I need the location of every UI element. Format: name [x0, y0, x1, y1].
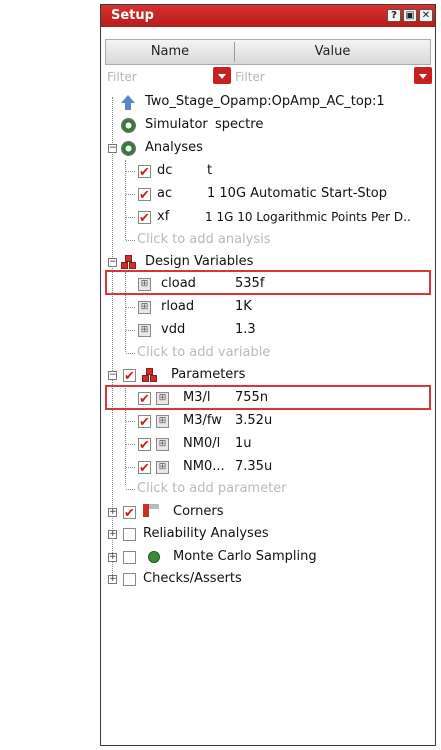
tree-branch [126, 421, 135, 422]
checks-row[interactable]: + Checks/Asserts [101, 568, 431, 590]
up-arrow-stem [125, 103, 131, 110]
tree-branch [126, 444, 135, 445]
reliability-row[interactable]: + Reliability Analyses [101, 523, 431, 545]
add-parameter-row[interactable]: Click to add parameter [101, 478, 431, 500]
analysis-row-ac[interactable]: ac 1 10G Automatic Start-Stop [101, 183, 431, 207]
analysis-row-xf[interactable]: xf 1 1G 10 Logarithmic Points Per D.. [101, 206, 433, 230]
parameter-icon: ⊞ [156, 415, 169, 428]
add-variable-hint: Click to add variable [137, 345, 271, 360]
collapse-icon[interactable]: − [108, 258, 117, 267]
parameter-value[interactable]: 3.52u [235, 410, 272, 432]
analysis-checkbox-dc[interactable] [138, 162, 151, 184]
highlight-box-m3-l [105, 385, 431, 410]
add-analysis-row[interactable]: Click to add analysis [101, 229, 431, 251]
add-variable-row[interactable]: Click to add variable [101, 342, 431, 364]
monte-carlo-label: Monte Carlo Sampling [173, 549, 317, 564]
analysis-checkbox-xf[interactable] [138, 208, 151, 230]
parameter-value[interactable]: 1u [235, 433, 252, 455]
highlight-box-cload [105, 270, 431, 295]
add-analysis-hint: Click to add analysis [137, 232, 271, 247]
corners-checkbox[interactable] [123, 503, 136, 525]
testbench-label: Two_Stage_Opamp:OpAmp_AC_top:1 [145, 94, 385, 109]
checks-label: Checks/Asserts [143, 571, 242, 586]
analyses-gear-icon [121, 141, 136, 156]
analysis-name: ac [157, 186, 173, 201]
parameter-row-m3-fw[interactable]: ⊞ M3/fw 3.52u [101, 410, 431, 434]
reliability-checkbox[interactable] [123, 528, 136, 541]
tree-branch [126, 194, 135, 195]
simulator-value: spectre [215, 117, 264, 132]
checks-checkbox[interactable] [123, 573, 136, 586]
tree-branch [126, 353, 135, 354]
analyses-row[interactable]: − Analyses [101, 137, 431, 159]
simulator-label: Simulator [145, 117, 208, 132]
simulator-gear-icon [121, 118, 136, 133]
tree-branch [126, 467, 135, 468]
parameter-name: M3/fw [183, 413, 222, 428]
parameters-icon [142, 368, 158, 383]
analysis-value: 1 10G Automatic Start-Stop [207, 186, 387, 201]
analysis-row-dc[interactable]: dc t [101, 160, 431, 184]
analyses-label: Analyses [145, 140, 203, 155]
analysis-value: t [207, 163, 213, 178]
monte-carlo-checkbox[interactable] [123, 551, 136, 564]
expand-icon[interactable]: + [108, 575, 117, 584]
variable-name: rload [161, 299, 195, 314]
add-parameter-hint: Click to add parameter [137, 481, 287, 496]
tree-branch [126, 171, 135, 172]
monte-carlo-icon [148, 551, 160, 563]
testbench-row[interactable]: Two_Stage_Opamp:OpAmp_AC_top:1 [101, 91, 431, 113]
expand-icon[interactable]: + [108, 530, 117, 539]
tree-branch [126, 330, 135, 331]
design-variables-icon [121, 255, 137, 270]
parameter-checkbox[interactable] [138, 458, 151, 480]
up-arrow-icon [121, 95, 135, 103]
expand-icon[interactable]: + [108, 553, 117, 562]
parameter-name: NM0/l [183, 436, 221, 451]
tree-branch [126, 240, 135, 241]
parameter-checkbox[interactable] [138, 412, 151, 434]
variable-value[interactable]: 1.3 [235, 319, 256, 341]
parameter-value[interactable]: 7.35u [235, 456, 272, 478]
variable-name: vdd [161, 322, 186, 337]
parameters-label: Parameters [171, 367, 246, 382]
expand-icon[interactable]: + [108, 508, 117, 517]
analysis-name: xf [157, 209, 170, 224]
variable-value[interactable]: 1K [235, 296, 252, 318]
tree-branch [126, 307, 135, 308]
parameter-name: NM0... [183, 459, 225, 474]
setup-panel: Setup ? ▣ ✕ Name Value Filter Filter Two… [100, 4, 436, 746]
analysis-name: dc [157, 163, 173, 178]
variable-icon: ⊞ [138, 324, 151, 337]
tree-branch [126, 489, 135, 490]
parameter-row-nm0-other[interactable]: ⊞ NM0... 7.35u [101, 456, 431, 480]
variable-row-rload[interactable]: ⊞ rload 1K [101, 296, 431, 318]
parameter-icon: ⊞ [156, 438, 169, 451]
corners-icon [143, 504, 159, 517]
collapse-icon[interactable]: − [108, 371, 117, 380]
parameters-checkbox[interactable] [123, 366, 136, 388]
setup-tree: Two_Stage_Opamp:OpAmp_AC_top:1 Simulator… [101, 5, 435, 745]
simulator-row[interactable]: Simulator spectre [101, 114, 431, 136]
reliability-label: Reliability Analyses [143, 526, 269, 541]
tree-branch [126, 217, 135, 218]
analysis-value: 1 1G 10 Logarithmic Points Per D.. [205, 210, 411, 224]
analysis-checkbox-ac[interactable] [138, 185, 151, 207]
parameter-icon: ⊞ [156, 461, 169, 474]
corners-row[interactable]: + Corners [101, 501, 431, 525]
parameters-row[interactable]: − Parameters [101, 364, 431, 388]
variable-row-vdd[interactable]: ⊞ vdd 1.3 [101, 319, 431, 341]
monte-carlo-row[interactable]: + Monte Carlo Sampling [101, 546, 431, 568]
collapse-icon[interactable]: − [108, 144, 117, 153]
variable-icon: ⊞ [138, 301, 151, 314]
parameter-row-nm0-l[interactable]: ⊞ NM0/l 1u [101, 433, 431, 457]
corners-label: Corners [173, 504, 224, 519]
parameter-checkbox[interactable] [138, 435, 151, 457]
